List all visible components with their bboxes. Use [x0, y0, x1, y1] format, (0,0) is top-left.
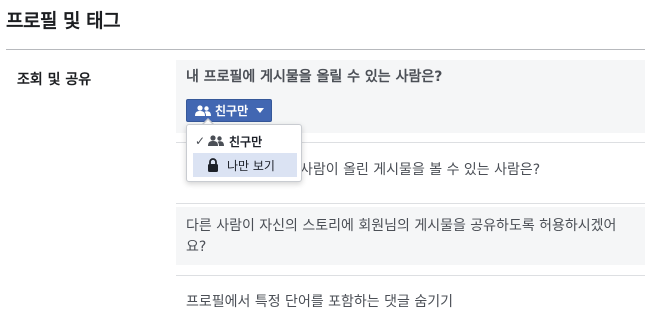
- friends-icon: [208, 135, 224, 147]
- friends-icon: [195, 104, 211, 117]
- audience-selector-label: 친구만: [215, 104, 249, 118]
- chevron-down-icon: [256, 108, 265, 113]
- audience-dropdown-menu: ✓ 친구만 나만 보기: [186, 124, 302, 182]
- setting-question: 사람이 올린 게시물을 볼 수 있는 사람은?: [300, 162, 541, 178]
- menu-item-label: 나만 보기: [227, 158, 275, 173]
- setting-question: 다른 사람이 자신의 스토리에 회원님의 게시물을 공유하도록 허용하시겠어요?: [186, 218, 617, 255]
- page-title: 프로필 및 태그: [6, 10, 121, 32]
- menu-item-friends[interactable]: ✓ 친구만: [193, 129, 297, 153]
- check-icon: ✓: [195, 134, 206, 148]
- menu-item-label: 친구만: [229, 134, 263, 149]
- setting-question: 내 프로필에 게시물을 올릴 수 있는 사람은?: [186, 69, 443, 85]
- title-divider: [6, 49, 645, 50]
- audience-selector-button[interactable]: 친구만: [186, 99, 273, 122]
- menu-item-only-me[interactable]: 나만 보기: [193, 153, 297, 177]
- section-label: 조회 및 공유: [17, 72, 92, 88]
- lock-icon: [207, 158, 219, 172]
- row-divider: [176, 203, 645, 204]
- setting-question: 프로필에서 특정 단어를 포함하는 댓글 숨기기: [186, 294, 453, 310]
